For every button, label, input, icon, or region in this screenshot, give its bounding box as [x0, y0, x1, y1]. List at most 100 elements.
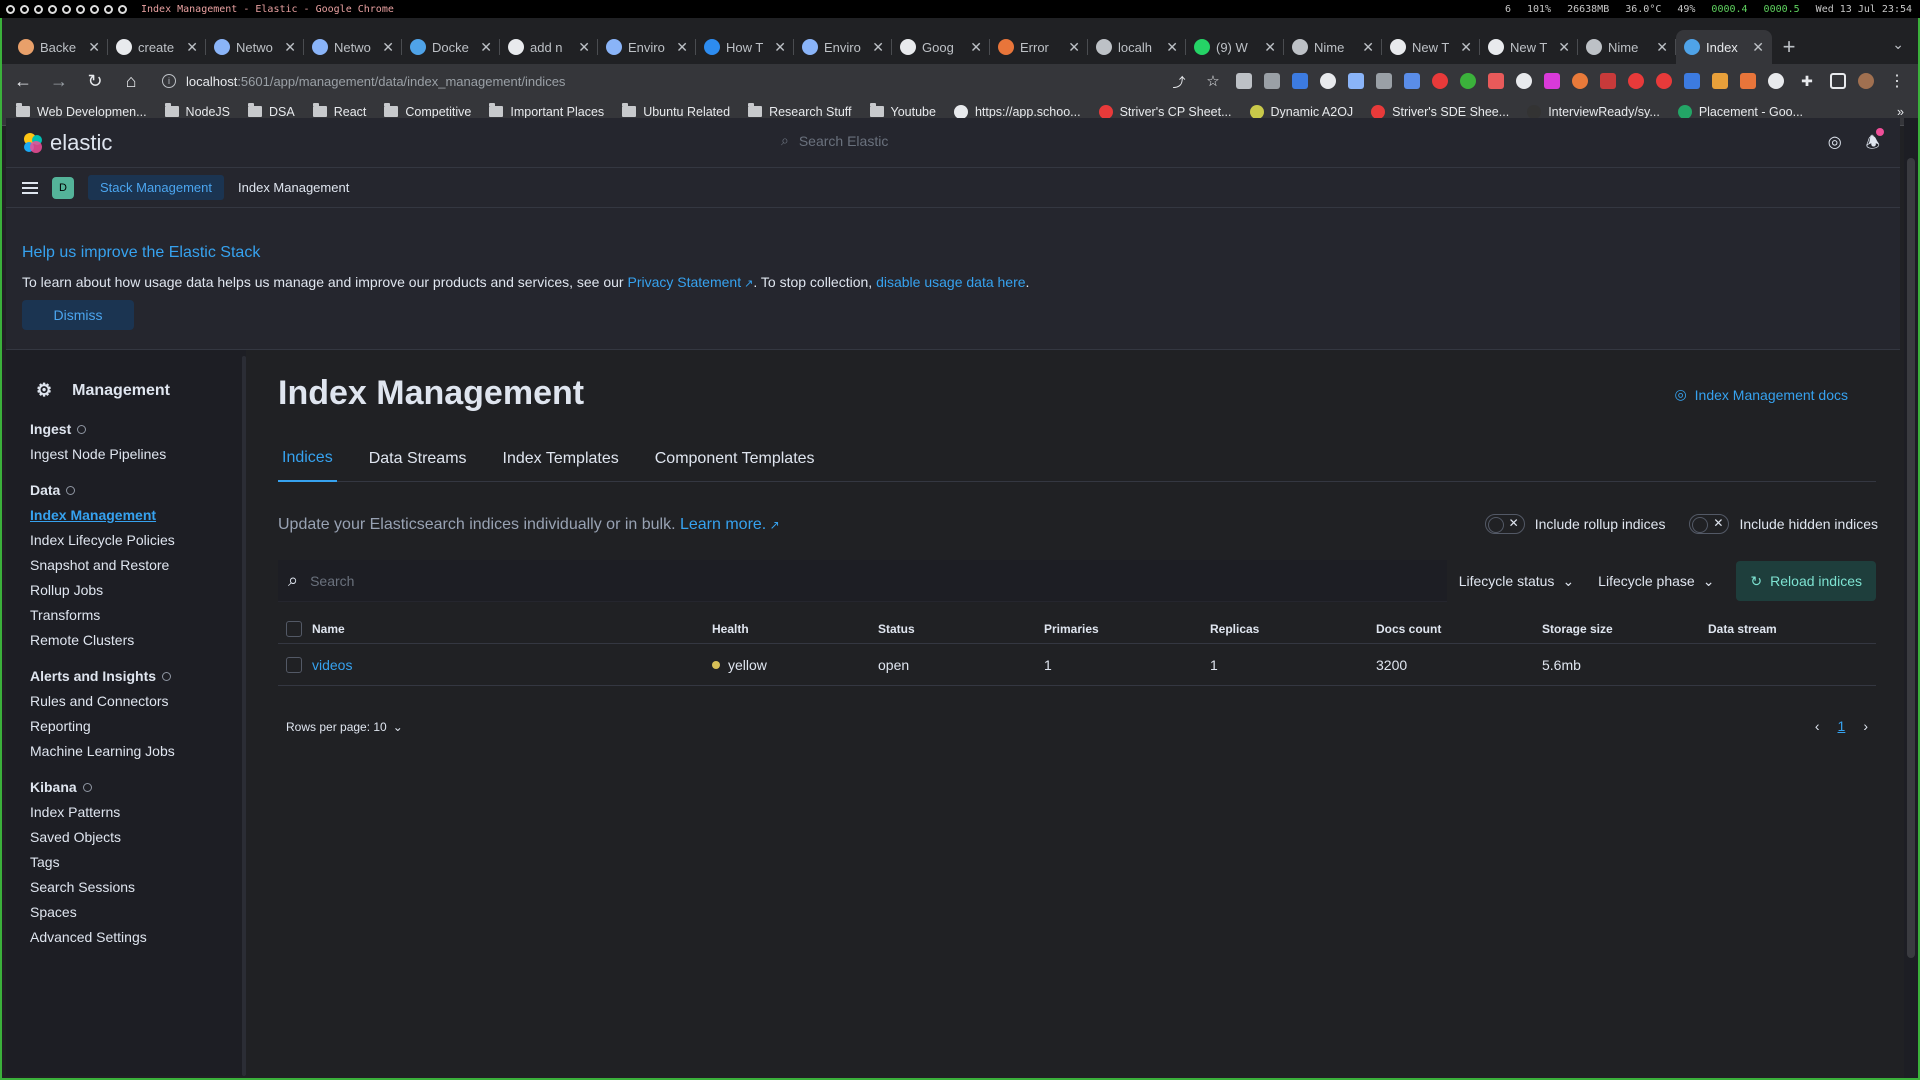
extension-icon[interactable]	[1656, 73, 1672, 89]
sidenav-item[interactable]: Machine Learning Jobs	[30, 743, 246, 759]
lifecycle-status-filter[interactable]: Lifecycle status ⌄	[1447, 573, 1586, 590]
bookmark-star-icon[interactable]: ☆	[1202, 70, 1224, 92]
switch-toggle[interactable]	[1484, 514, 1525, 534]
browser-tab[interactable]: Nime ✕	[1284, 30, 1382, 64]
browser-tab[interactable]: New T ✕	[1480, 30, 1578, 64]
include-rollup-switch[interactable]: Include rollup indices	[1484, 514, 1665, 534]
browser-tab[interactable]: Error ✕	[990, 30, 1088, 64]
sidenav-item[interactable]: Remote Clusters	[30, 632, 246, 648]
address-bar[interactable]: i localhost:5601/app/management/data/ind…	[156, 67, 1056, 95]
close-tab-icon[interactable]: ✕	[578, 39, 590, 56]
close-tab-icon[interactable]: ✕	[1558, 39, 1570, 56]
sidenav-item[interactable]: Tags	[30, 854, 246, 870]
column-header-status[interactable]: Status	[878, 622, 1044, 636]
sidenav-item[interactable]: Saved Objects	[30, 829, 246, 845]
extensions-puzzle-icon[interactable]: ✚	[1796, 70, 1818, 92]
sidenav-item[interactable]: Spaces	[30, 904, 246, 920]
sidenav-item[interactable]: Reporting	[30, 718, 246, 734]
include-hidden-switch[interactable]: Include hidden indices	[1689, 514, 1878, 534]
extension-icon[interactable]	[1236, 73, 1252, 89]
sidenav-item[interactable]: Search Sessions	[30, 879, 246, 895]
index-name-link[interactable]: videos	[312, 657, 712, 673]
forward-icon[interactable]: →	[48, 70, 70, 92]
column-header-data-stream[interactable]: Data stream	[1708, 622, 1858, 636]
browser-tab[interactable]: Nime ✕	[1578, 30, 1676, 64]
column-header-docs-count[interactable]: Docs count	[1376, 622, 1542, 636]
bookmark-item[interactable]: Placement - Goo...	[1677, 104, 1803, 119]
home-icon[interactable]: ⌂	[120, 70, 142, 92]
select-all-checkbox[interactable]	[286, 620, 302, 637]
extension-icon[interactable]	[1740, 73, 1756, 89]
sidenav-item[interactable]: Advanced Settings	[30, 929, 246, 945]
disable-usage-link[interactable]: disable usage data here	[876, 274, 1025, 290]
privacy-statement-link[interactable]: Privacy Statement	[627, 274, 741, 290]
reload-indices-button[interactable]: ↻ Reload indices	[1736, 561, 1876, 601]
close-tab-icon[interactable]: ✕	[1362, 39, 1374, 56]
info-icon[interactable]	[82, 782, 92, 792]
info-icon[interactable]	[66, 485, 76, 495]
close-tab-icon[interactable]: ✕	[1166, 39, 1178, 56]
browser-tab[interactable]: New T ✕	[1382, 30, 1480, 64]
back-icon[interactable]: ←	[12, 70, 34, 92]
browser-tab[interactable]: localh ✕	[1088, 30, 1186, 64]
extension-icon[interactable]	[1600, 73, 1616, 89]
tab-indices[interactable]: Indices	[278, 436, 337, 482]
extension-icon[interactable]	[1628, 73, 1644, 89]
bookmark-item[interactable]: Dynamic A2OJ	[1249, 104, 1353, 119]
extension-icon[interactable]	[1320, 73, 1336, 89]
extension-icon[interactable]	[1292, 73, 1308, 89]
sidenav-resize-handle[interactable]	[242, 356, 246, 1076]
column-header-name[interactable]: Name	[312, 622, 712, 636]
space-avatar[interactable]: D	[52, 176, 74, 199]
index-search-input[interactable]: ⌕ Search	[278, 560, 1447, 602]
extension-icon[interactable]	[1572, 73, 1588, 89]
menu-toggle-icon[interactable]	[22, 181, 38, 194]
browser-tab[interactable]: Goog ✕	[892, 30, 990, 64]
browser-tab[interactable]: Docke ✕	[402, 30, 500, 64]
tab-data-streams[interactable]: Data Streams	[365, 436, 471, 482]
column-header-health[interactable]: Health	[712, 622, 878, 636]
extension-icon[interactable]	[1348, 73, 1364, 89]
sidenav-item[interactable]: Index Patterns	[30, 804, 246, 820]
site-info-icon[interactable]: i	[162, 74, 176, 88]
extension-icon[interactable]	[1488, 73, 1504, 89]
extension-icon[interactable]	[1544, 73, 1560, 89]
bookmark-item[interactable]: Striver's CP Sheet...	[1098, 104, 1232, 119]
sidenav-item[interactable]: Ingest Node Pipelines	[30, 446, 246, 462]
tab-search-icon[interactable]: ⌄	[1892, 36, 1904, 53]
breadcrumb-stack-management[interactable]: Stack Management	[88, 175, 225, 200]
browser-tab[interactable]: How T ✕	[696, 30, 794, 64]
sidenav-item[interactable]: Index Management	[30, 507, 246, 523]
sidenav-item[interactable]: Transforms	[30, 607, 246, 623]
close-tab-icon[interactable]: ✕	[1460, 39, 1472, 56]
bookmark-item[interactable]: Important Places	[489, 103, 604, 119]
next-page-icon[interactable]: ›	[1863, 718, 1868, 734]
close-tab-icon[interactable]: ✕	[774, 39, 786, 56]
close-tab-icon[interactable]: ✕	[186, 39, 198, 56]
side-panel-icon[interactable]	[1830, 73, 1846, 89]
close-tab-icon[interactable]: ✕	[382, 39, 394, 56]
browser-tab[interactable]: Index ✕	[1676, 30, 1772, 64]
elastic-logo[interactable]: elastic	[6, 130, 112, 156]
bookmark-item[interactable]: InterviewReady/sy...	[1527, 104, 1660, 119]
docs-link[interactable]: ◎ Index Management docs	[1674, 386, 1848, 403]
extension-icon[interactable]	[1768, 73, 1784, 89]
extension-icon[interactable]	[1432, 73, 1448, 89]
bookmark-item[interactable]: Ubuntu Related	[622, 103, 730, 119]
switch-toggle[interactable]	[1689, 514, 1730, 534]
dismiss-button[interactable]: Dismiss	[22, 300, 134, 330]
info-icon[interactable]	[162, 671, 172, 681]
column-header-storage-size[interactable]: Storage size	[1542, 622, 1708, 636]
browser-tab[interactable]: Enviro ✕	[794, 30, 892, 64]
bookmark-item[interactable]: React	[312, 103, 366, 119]
page-scrollbar[interactable]	[1904, 118, 1918, 1078]
new-tab-button[interactable]: +	[1772, 30, 1806, 64]
bookmark-item[interactable]: Research Stuff	[748, 103, 852, 119]
bookmark-item[interactable]: https://app.schoo...	[953, 104, 1081, 119]
tab-component-templates[interactable]: Component Templates	[651, 436, 819, 482]
browser-tab[interactable]: Netwo ✕	[304, 30, 402, 64]
extension-icon[interactable]	[1516, 73, 1532, 89]
sidenav-item[interactable]: Snapshot and Restore	[30, 557, 246, 573]
sidenav-item[interactable]: Index Lifecycle Policies	[30, 532, 246, 548]
extension-icon[interactable]	[1684, 73, 1700, 89]
